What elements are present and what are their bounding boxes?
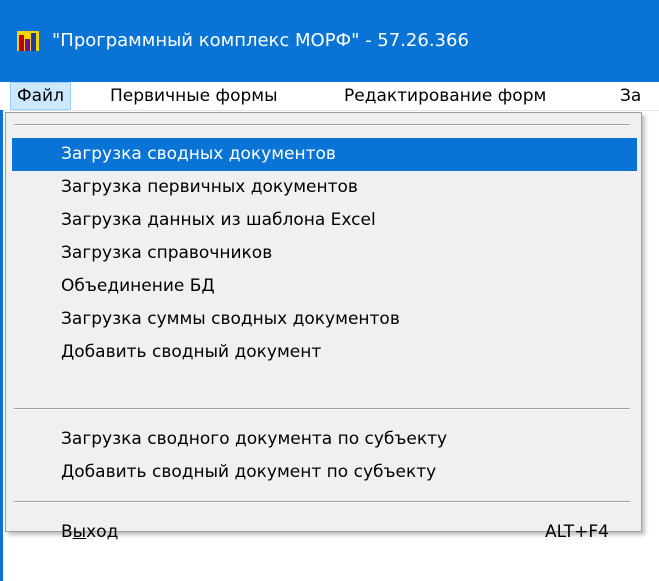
menu-item-load-from-excel[interactable]: Загрузка данных из шаблона Excel	[12, 204, 637, 237]
app-icon-bar	[31, 33, 36, 51]
file-dropdown-menu: Загрузка сводных документов Загрузка пер…	[5, 112, 642, 542]
menu-separator	[14, 408, 630, 410]
menu-edit-forms[interactable]: Редактирование форм	[338, 82, 552, 110]
menu-item-exit[interactable]: Выход ALT+F4	[12, 516, 637, 549]
menu-item-load-summary-docs[interactable]: Загрузка сводных документов	[12, 138, 637, 171]
exit-label-part: В	[61, 522, 73, 542]
menu-item-add-summary-by-subject[interactable]: Добавить сводный документ по субъекту	[12, 456, 637, 489]
app-icon-bar	[19, 35, 24, 51]
menu-item-load-summary-sum[interactable]: Загрузка суммы сводных документов	[12, 303, 637, 336]
menu-separator	[14, 501, 630, 503]
app-icon-bar	[25, 39, 30, 51]
menu-bar: Файл Первичные формы Редактирование форм…	[0, 82, 659, 111]
window-title: "Программный комплекс МОРФ" - 57.26.366	[52, 30, 469, 51]
menu-item-add-summary-doc[interactable]: Добавить сводный документ	[12, 336, 637, 369]
app-window: "Программный комплекс МОРФ" - 57.26.366 …	[0, 0, 659, 581]
bar-chart-app-icon[interactable]	[17, 31, 39, 51]
menu-file[interactable]: Файл	[10, 82, 71, 110]
exit-label: Выход	[61, 522, 118, 542]
exit-shortcut: ALT+F4	[545, 522, 609, 542]
menu-separator	[14, 124, 630, 126]
menu-item-load-summary-by-subject[interactable]: Загрузка сводного документа по субъекту	[12, 423, 637, 456]
window-left-edge	[0, 110, 3, 581]
menu-item-load-primary-docs[interactable]: Загрузка первичных документов	[12, 171, 637, 204]
menu-primary-forms[interactable]: Первичные формы	[104, 82, 284, 110]
menu-za[interactable]: За	[614, 82, 647, 110]
exit-label-mnemonic: ы	[72, 522, 87, 542]
exit-label-part: ход	[86, 522, 119, 542]
menu-item-merge-db[interactable]: Объединение БД	[12, 270, 637, 303]
menu-item-load-directories[interactable]: Загрузка справочников	[12, 237, 637, 270]
title-bar[interactable]: "Программный комплекс МОРФ" - 57.26.366	[0, 0, 659, 82]
